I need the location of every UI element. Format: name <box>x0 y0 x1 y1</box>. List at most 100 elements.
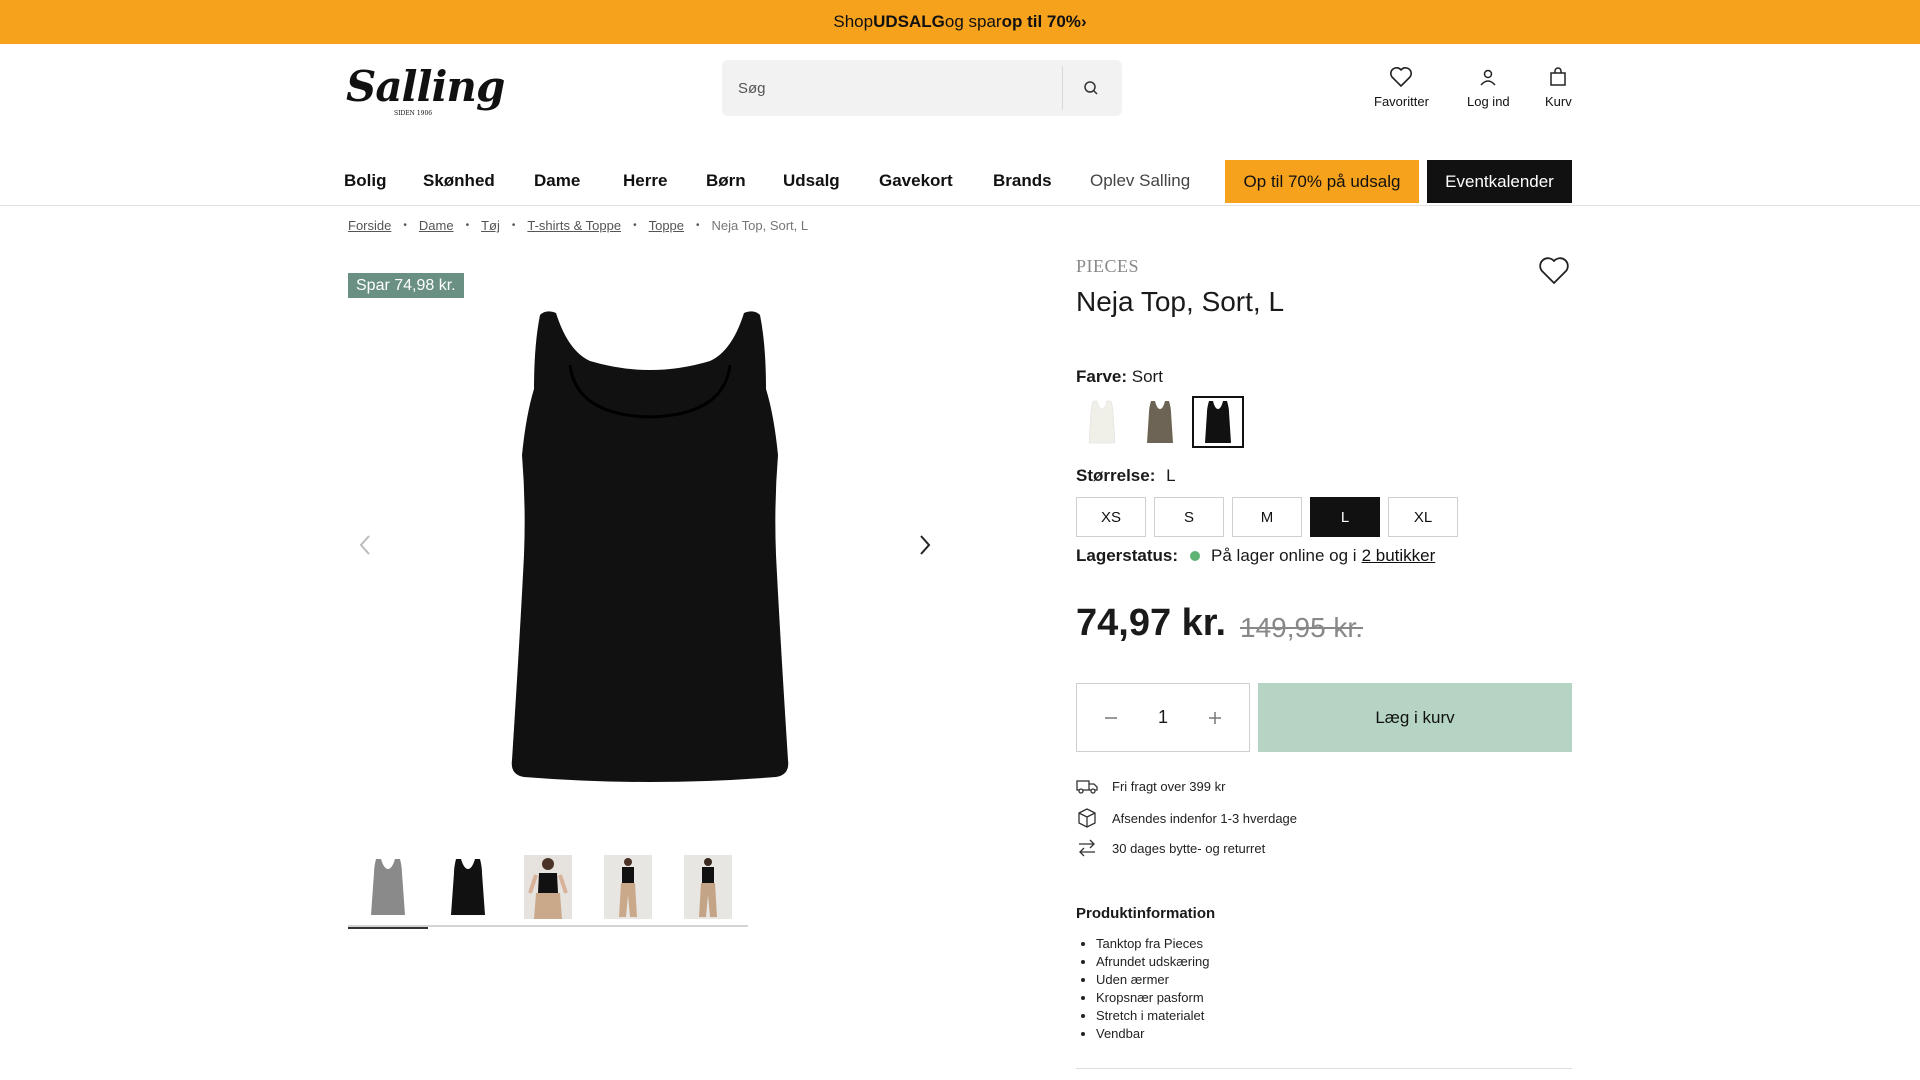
shopping-bag-icon <box>1550 67 1567 86</box>
breadcrumb-link-home[interactable]: Forside <box>348 218 391 233</box>
nav-item-dame[interactable]: Dame <box>534 160 580 206</box>
thumbnail-5[interactable] <box>668 855 748 927</box>
thumbnail-3[interactable] <box>508 855 588 927</box>
size-option-xs[interactable]: XS <box>1076 497 1146 537</box>
tank-top-white-swatch <box>1088 400 1116 444</box>
model-full-image <box>619 858 637 917</box>
color-swatch-white[interactable] <box>1076 396 1128 448</box>
exchange-arrows-icon <box>1079 839 1095 857</box>
thumbnail-1[interactable] <box>348 855 428 929</box>
chevron-left-icon <box>359 535 370 555</box>
original-price: 149,95 kr. <box>1240 612 1363 643</box>
product-main-image <box>511 311 789 782</box>
breadcrumb-separator: • <box>403 220 407 231</box>
search-button[interactable] <box>1063 60 1119 116</box>
favorites-label: Favoritter <box>1374 94 1429 109</box>
cart-label: Kurv <box>1545 94 1572 109</box>
list-item: Stretch i materialet <box>1096 1007 1209 1025</box>
tank-top-brown-swatch <box>1147 401 1173 443</box>
current-price: 74,97 kr. <box>1076 602 1227 644</box>
breadcrumb-link-dame[interactable]: Dame <box>419 218 454 233</box>
color-swatch-black[interactable] <box>1192 396 1244 448</box>
add-to-favorites-button[interactable] <box>1538 256 1572 288</box>
nav-item-bolig[interactable]: Bolig <box>344 160 387 206</box>
nav-sale-promo-button[interactable]: Op til 70% på udsalg <box>1225 160 1419 203</box>
quantity-value[interactable]: 1 <box>1158 707 1168 728</box>
store-stock-link[interactable]: 2 butikker <box>1362 546 1436 566</box>
salling-logo[interactable]: Salling SIDEN 1906 <box>346 62 505 120</box>
quantity-stepper: 1 <box>1076 683 1250 752</box>
tank-top-grey-image <box>371 859 405 915</box>
add-to-cart-button[interactable]: Læg i kurv <box>1258 683 1572 752</box>
color-label-row: Farve: Sort <box>1076 367 1163 387</box>
nav-item-skonhed[interactable]: Skønhed <box>423 160 495 206</box>
nav-event-calendar-button[interactable]: Eventkalender <box>1427 160 1572 203</box>
promo-arrow: › <box>1080 12 1087 31</box>
gallery-prev-button[interactable] <box>350 530 380 560</box>
promo-banner[interactable]: Shop UDSALG og spar op til 70% › <box>0 0 1920 44</box>
tank-top-black-swatch <box>1205 401 1231 443</box>
breadcrumb-separator: • <box>511 220 516 231</box>
thumbnail-2[interactable] <box>428 855 508 927</box>
tank-top-black-image <box>451 859 485 915</box>
size-label-row: Størrelse: L <box>1076 466 1176 486</box>
product-brand[interactable]: PIECES <box>1076 256 1139 277</box>
heart-icon <box>1390 67 1413 87</box>
breadcrumb: Forside • Dame • Tøj • T-shirts & Toppe … <box>348 218 808 233</box>
product-info-list: Tanktop fra Pieces Afrundet udskæring Ud… <box>1096 935 1209 1043</box>
promo-text-pre: Shop <box>833 12 874 31</box>
usp-text: Afsendes indenfor 1-3 hverdage <box>1112 810 1298 826</box>
nav-item-brands[interactable]: Brands <box>993 160 1052 206</box>
favorites-button[interactable]: Favoritter <box>1374 64 1429 109</box>
list-item: Kropsnær pasform <box>1096 989 1209 1007</box>
search-icon <box>1084 81 1098 95</box>
promo-text-sale: UDSALG <box>873 12 945 31</box>
product-title: Neja Top, Sort, L <box>1076 286 1285 317</box>
product-info-title[interactable]: Produktinformation <box>1076 905 1215 922</box>
in-stock-dot-icon <box>1190 551 1201 561</box>
nav-item-herre[interactable]: Herre <box>623 160 667 206</box>
logo-tagline: SIDEN 1906 <box>394 110 433 117</box>
breadcrumb-separator: • <box>633 220 637 231</box>
gallery-next-button[interactable] <box>910 530 940 560</box>
model-back-image <box>699 858 717 917</box>
breadcrumb-link-toj[interactable]: Tøj <box>481 218 500 233</box>
user-icon <box>1480 69 1496 86</box>
list-item: Tanktop fra Pieces <box>1096 935 1209 953</box>
discount-badge: Spar 74,98 kr. <box>348 273 464 298</box>
login-button[interactable]: Log ind <box>1467 64 1510 109</box>
search-bar <box>722 60 1122 116</box>
quantity-decrease-button[interactable] <box>1101 708 1121 728</box>
truck-icon <box>1076 780 1098 794</box>
search-input[interactable] <box>722 60 1062 116</box>
color-label: Farve: <box>1076 367 1128 386</box>
box-icon <box>1078 808 1096 828</box>
color-swatch-brown[interactable] <box>1134 396 1186 448</box>
color-value: Sort <box>1131 367 1163 386</box>
thumbnail-strip <box>348 855 748 929</box>
size-option-m[interactable]: M <box>1232 497 1302 537</box>
usp-free-shipping: Fri fragt over 399 kr <box>1076 778 1225 794</box>
size-option-l[interactable]: L <box>1310 497 1380 537</box>
size-option-s[interactable]: S <box>1154 497 1224 537</box>
quantity-increase-button[interactable] <box>1205 708 1225 728</box>
nav-item-born[interactable]: Børn <box>706 160 746 206</box>
logo-wordmark: Salling <box>346 62 505 111</box>
main-navigation: Bolig Skønhed Dame Herre Børn Udsalg Gav… <box>0 160 1920 206</box>
list-item: Uden ærmer <box>1096 971 1209 989</box>
nav-item-oplev-salling[interactable]: Oplev Salling <box>1090 160 1190 206</box>
usp-text: Fri fragt over 399 kr <box>1112 778 1226 794</box>
list-item: Afrundet udskæring <box>1096 953 1209 971</box>
list-item: Vendbar <box>1096 1025 1209 1043</box>
breadcrumb-link-toppe[interactable]: Toppe <box>649 218 684 233</box>
cart-button[interactable]: Kurv <box>1545 64 1572 109</box>
minus-icon <box>1105 716 1117 719</box>
size-option-xl[interactable]: XL <box>1388 497 1458 537</box>
usp-text: 30 dages bytte- og returret <box>1112 840 1266 856</box>
breadcrumb-link-tshirts[interactable]: T-shirts & Toppe <box>527 218 621 233</box>
thumbnail-4[interactable] <box>588 855 668 927</box>
nav-item-udsalg[interactable]: Udsalg <box>783 160 840 206</box>
nav-item-gavekort[interactable]: Gavekort <box>879 160 953 206</box>
login-label: Log ind <box>1467 94 1510 109</box>
breadcrumb-separator: • <box>696 220 700 231</box>
